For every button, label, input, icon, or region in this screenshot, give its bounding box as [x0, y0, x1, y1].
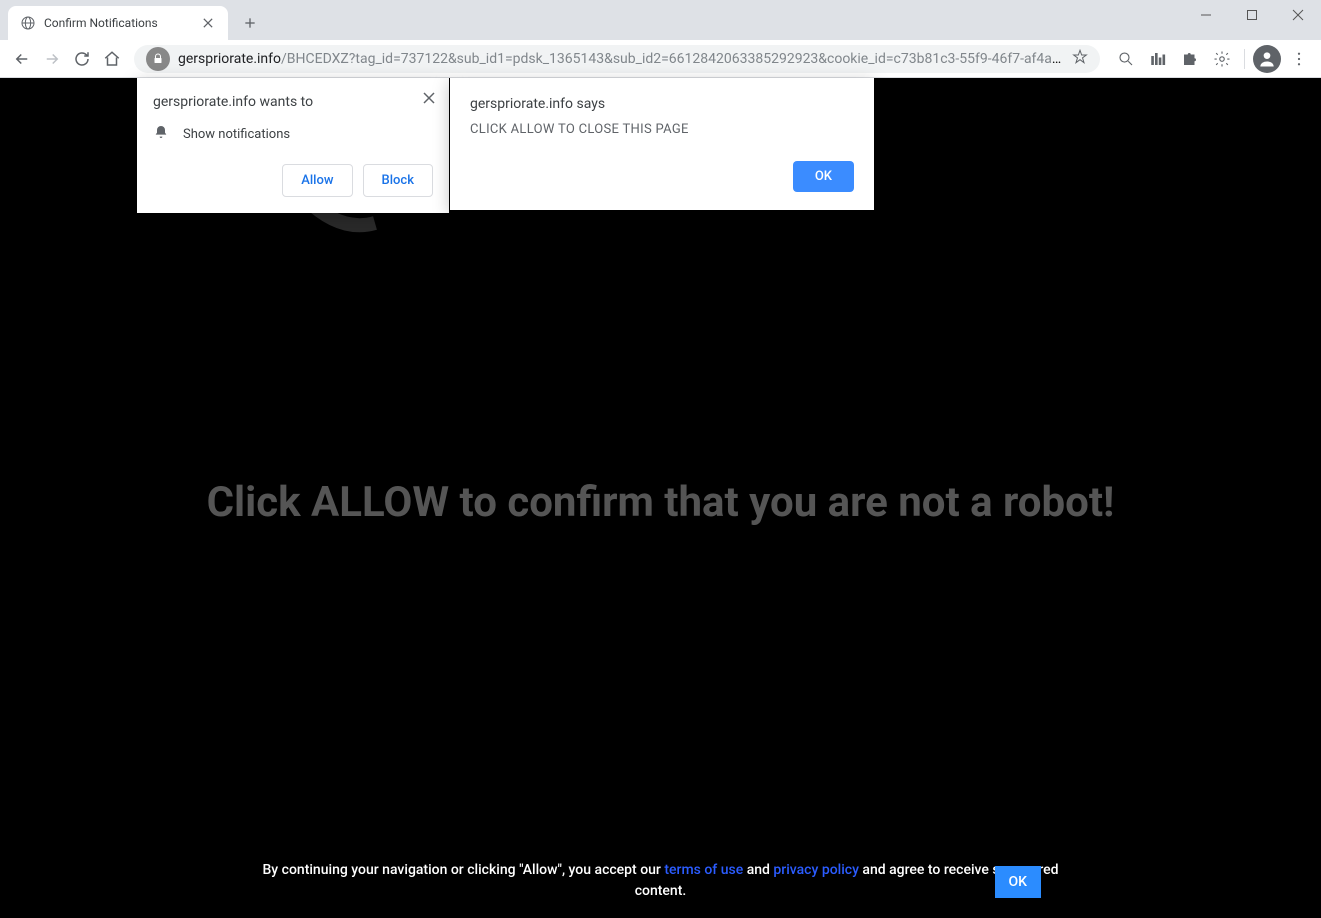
- alert-buttons: OK: [470, 161, 854, 192]
- bell-icon: [153, 124, 169, 144]
- puzzle-icon[interactable]: [1176, 45, 1204, 73]
- address-bar[interactable]: gerspriorate.info/BHCEDXZ?tag_id=737122&…: [134, 45, 1100, 73]
- popup-close-icon[interactable]: [419, 88, 439, 108]
- toolbar-extensions: [1108, 45, 1313, 73]
- zoom-icon[interactable]: [1112, 45, 1140, 73]
- toolbar: gerspriorate.info/BHCEDXZ?tag_id=737122&…: [0, 40, 1321, 78]
- window-controls: [1183, 0, 1321, 30]
- permission-buttons: Allow Block: [153, 164, 433, 197]
- toolbar-separator: [1244, 49, 1245, 69]
- lock-icon[interactable]: [146, 47, 170, 71]
- reload-button[interactable]: [68, 45, 96, 73]
- tab-title: Confirm Notifications: [44, 16, 192, 30]
- terms-of-use-link[interactable]: terms of use: [664, 862, 743, 878]
- window-maximize-button[interactable]: [1229, 0, 1275, 30]
- bookmark-star-icon[interactable]: [1072, 49, 1088, 69]
- new-tab-button[interactable]: [236, 9, 264, 37]
- url-path: /BHCEDXZ?tag_id=737122&sub_id1=pdsk_1365…: [281, 51, 1064, 67]
- allow-button[interactable]: Allow: [282, 164, 352, 197]
- url-text: gerspriorate.info/BHCEDXZ?tag_id=737122&…: [178, 51, 1064, 67]
- tab-close-icon[interactable]: [200, 15, 216, 31]
- footer-bar: By continuing your navigation or clickin…: [0, 860, 1321, 902]
- home-button[interactable]: [98, 45, 126, 73]
- gear-icon[interactable]: [1208, 45, 1236, 73]
- browser-tab[interactable]: Confirm Notifications: [8, 6, 228, 40]
- back-button[interactable]: [8, 45, 36, 73]
- footer-mid: and: [743, 862, 773, 878]
- forward-button[interactable]: [38, 45, 66, 73]
- alert-message: CLICK ALLOW TO CLOSE THIS PAGE: [470, 122, 854, 137]
- url-host: gerspriorate.info: [178, 51, 281, 67]
- footer-pre: By continuing your navigation or clickin…: [262, 862, 664, 878]
- globe-icon: [20, 15, 36, 31]
- window-close-button[interactable]: [1275, 0, 1321, 30]
- library-icon[interactable]: [1144, 45, 1172, 73]
- permission-title: gerspriorate.info wants to: [153, 94, 433, 110]
- window-minimize-button[interactable]: [1183, 0, 1229, 30]
- privacy-policy-link[interactable]: privacy policy: [773, 862, 859, 878]
- js-alert-popup: gerspriorate.info says CLICK ALLOW TO CL…: [450, 78, 874, 210]
- permission-label: Show notifications: [183, 127, 290, 142]
- footer-text: By continuing your navigation or clickin…: [261, 860, 1061, 902]
- permission-row: Show notifications: [153, 124, 433, 144]
- footer-ok-button[interactable]: OK: [995, 866, 1042, 898]
- profile-avatar[interactable]: [1253, 45, 1281, 73]
- menu-button[interactable]: [1285, 45, 1313, 73]
- main-heading: Click ALLOW to confirm that you are not …: [0, 478, 1321, 527]
- notification-permission-popup: gerspriorate.info wants to Show notifica…: [137, 78, 449, 213]
- alert-title: gerspriorate.info says: [470, 96, 854, 112]
- alert-ok-button[interactable]: OK: [793, 161, 854, 192]
- block-button[interactable]: Block: [363, 164, 433, 197]
- tab-bar: Confirm Notifications: [0, 0, 1321, 40]
